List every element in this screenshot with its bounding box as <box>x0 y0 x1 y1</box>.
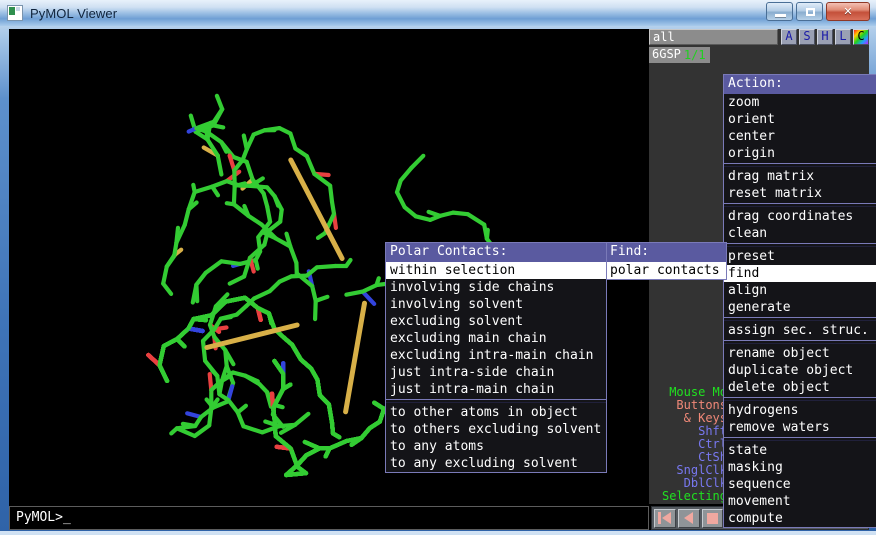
selection-field[interactable]: all <box>649 29 778 45</box>
find-menu: Find: polar contacts <box>605 242 727 280</box>
menu-item-clean[interactable]: clean <box>724 225 876 242</box>
menu-item-excluding-solvent[interactable]: excluding solvent <box>386 313 606 330</box>
client-area: all A S H L C 6GSP 1/1 Mouse Mo Buttons … <box>9 29 876 530</box>
menu-item-just-intra-main-chain[interactable]: just intra-main chain <box>386 381 606 398</box>
label-button-L[interactable]: L <box>835 29 851 45</box>
window-title: PyMOL Viewer <box>30 5 118 21</box>
menu-item-involving-solvent[interactable]: involving solvent <box>386 296 606 313</box>
menu-item-to-other-atoms-in-object[interactable]: to other atoms in object <box>386 404 606 421</box>
window-controls: ✕ <box>766 2 870 21</box>
menu-item-origin[interactable]: origin <box>724 145 876 162</box>
menu-item-find[interactable]: find <box>724 265 876 282</box>
step-back-button[interactable] <box>677 508 700 528</box>
menu-item-align[interactable]: align <box>724 282 876 299</box>
mouse-mode-state-label: State <box>652 503 727 505</box>
menu-separator <box>724 437 876 441</box>
action-menu: Action: zoom orient center origin drag matri… <box>723 74 876 528</box>
rewind-icon <box>684 512 694 524</box>
menu-item-delete-object[interactable]: delete object <box>724 379 876 396</box>
menu-item-involving-side-chains[interactable]: involving side chains <box>386 279 606 296</box>
menu-item-to-any-atoms[interactable]: to any atoms <box>386 438 606 455</box>
object-state: 1/1 <box>683 47 710 63</box>
stop-icon <box>706 512 718 524</box>
menu-item-compute[interactable]: compute <box>724 510 876 527</box>
polar-contacts-menu-title: Polar Contacts: <box>386 243 606 262</box>
action-button-A[interactable]: A <box>781 29 797 45</box>
menu-separator <box>724 203 876 207</box>
title-bar: PyMOL Viewer ✕ <box>0 0 876 26</box>
go-to-start-button[interactable] <box>654 508 676 528</box>
menu-separator <box>724 397 876 401</box>
object-action-buttons: A S H L C <box>781 29 869 46</box>
action-menu-title: Action: <box>724 75 876 94</box>
show-button-S[interactable]: S <box>799 29 815 45</box>
mouse-mode-legend: Mouse Mo Buttons & Keys Shft Ctrl CtSh S… <box>652 386 727 505</box>
stop-button[interactable] <box>701 508 724 528</box>
menu-item-just-intra-side-chain[interactable]: just intra-side chain <box>386 364 606 381</box>
menu-item-center[interactable]: center <box>724 128 876 145</box>
menu-separator <box>724 243 876 247</box>
menu-item-excluding-intra-main-chain[interactable]: excluding intra-main chain <box>386 347 606 364</box>
polar-contacts-menu: Polar Contacts: within selection involvin… <box>385 242 607 473</box>
minimize-icon <box>775 14 786 17</box>
menu-item-orient[interactable]: orient <box>724 111 876 128</box>
object-name[interactable]: 6GSP <box>649 47 684 63</box>
menu-item-zoom[interactable]: zoom <box>724 94 876 111</box>
menu-item-sequence[interactable]: sequence <box>724 476 876 493</box>
menu-item-assign-sec-struc[interactable]: assign sec. struc. <box>724 322 876 339</box>
menu-item-generate[interactable]: generate <box>724 299 876 316</box>
menu-separator <box>724 317 876 321</box>
find-menu-title: Find: <box>606 243 726 262</box>
object-row-6gsp[interactable]: 6GSP 1/1 <box>649 47 869 63</box>
menu-item-state[interactable]: state <box>724 442 876 459</box>
find-menu-items: polar contacts <box>606 262 726 279</box>
polar-contacts-menu-items: within selection involving side chains inv… <box>386 262 606 472</box>
maximize-icon <box>806 8 815 16</box>
pymol-window: PyMOL Viewer ✕ all A S H L C 6GSP 1/1 Mo… <box>0 0 876 535</box>
hide-button-H[interactable]: H <box>817 29 833 45</box>
menu-item-excluding-main-chain[interactable]: excluding main chain <box>386 330 606 347</box>
close-button[interactable]: ✕ <box>826 2 870 21</box>
menu-item-to-others-excluding-solvent[interactable]: to others excluding solvent <box>386 421 606 438</box>
menu-separator <box>724 340 876 344</box>
menu-item-to-any-excluding-solvent[interactable]: to any excluding solvent <box>386 455 606 472</box>
menu-item-reset-matrix[interactable]: reset matrix <box>724 185 876 202</box>
color-button-C[interactable]: C <box>853 29 869 45</box>
command-input[interactable]: PyMOL>_ <box>9 506 649 530</box>
menu-item-hydrogens[interactable]: hydrogens <box>724 402 876 419</box>
close-icon: ✕ <box>843 5 853 18</box>
menu-item-polar-contacts[interactable]: polar contacts <box>606 262 726 279</box>
pymol-app-icon <box>7 5 23 21</box>
menu-item-drag-matrix[interactable]: drag matrix <box>724 168 876 185</box>
first-icon <box>662 512 672 524</box>
menu-item-within-selection[interactable]: within selection <box>386 262 606 279</box>
menu-item-duplicate-object[interactable]: duplicate object <box>724 362 876 379</box>
menu-item-preset[interactable]: preset <box>724 248 876 265</box>
maximize-button[interactable] <box>796 2 823 21</box>
menu-item-masking[interactable]: masking <box>724 459 876 476</box>
menu-item-drag-coordinates[interactable]: drag coordinates <box>724 208 876 225</box>
menu-separator <box>724 163 876 167</box>
minimize-button[interactable] <box>766 2 793 21</box>
menu-item-movement[interactable]: movement <box>724 493 876 510</box>
action-menu-items: zoom orient center origin drag matrix reset m… <box>724 94 876 527</box>
menu-item-remove-waters[interactable]: remove waters <box>724 419 876 436</box>
menu-item-rename-object[interactable]: rename object <box>724 345 876 362</box>
menu-separator <box>386 399 606 403</box>
selection-row: all A S H L C <box>649 29 869 46</box>
